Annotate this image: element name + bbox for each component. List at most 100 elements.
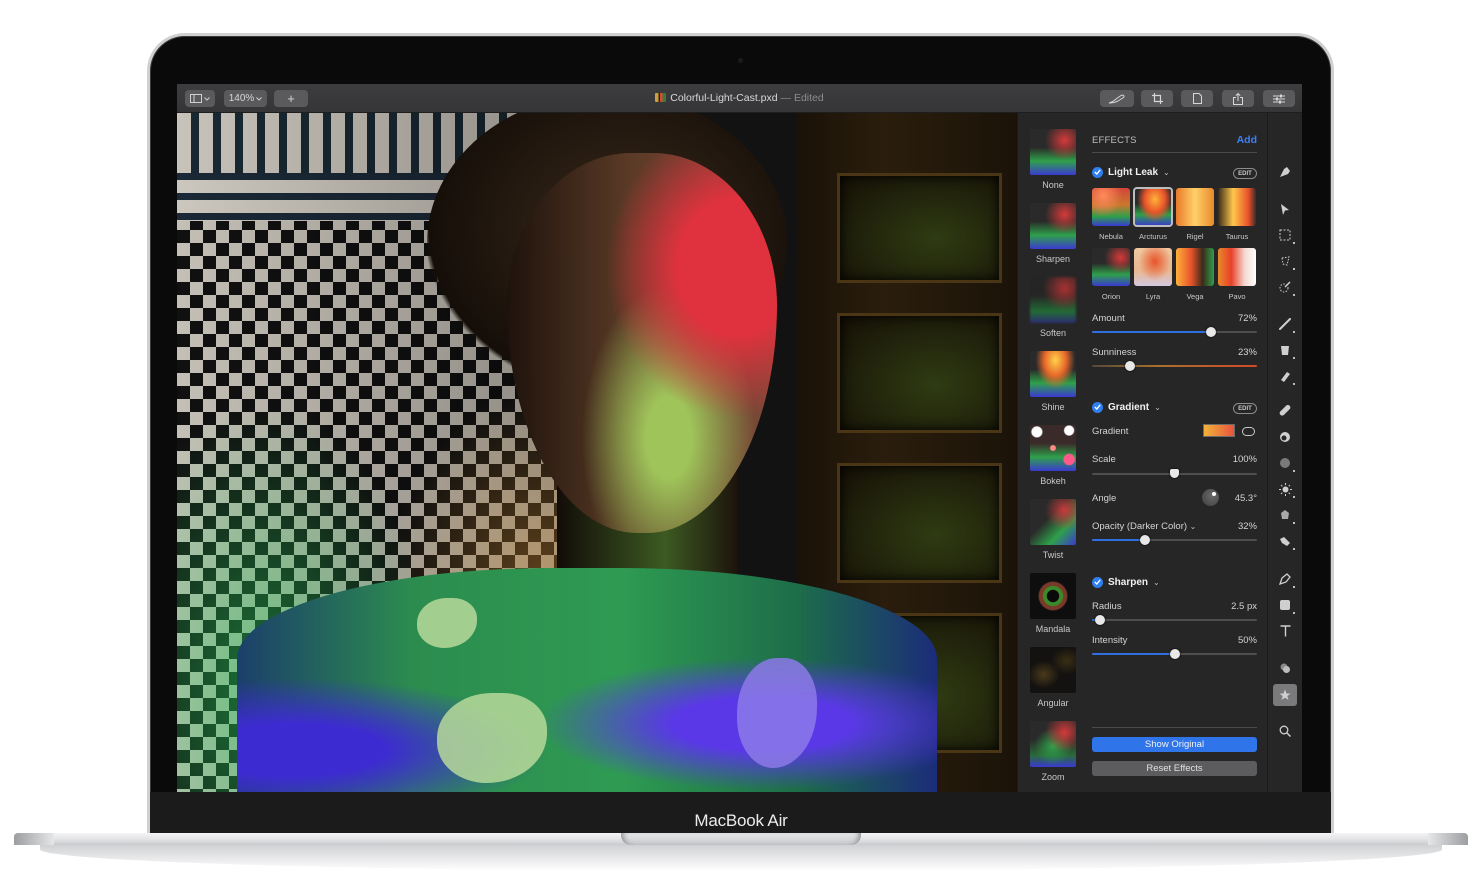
bucket-icon[interactable]: [1277, 342, 1295, 359]
preset-label: Pavo: [1228, 292, 1246, 301]
opacity-label: Opacity (Darker Color): [1092, 521, 1188, 532]
pointer-icon[interactable]: [1277, 201, 1293, 217]
light-icon[interactable]: [1277, 481, 1295, 498]
clone-icon[interactable]: [1277, 429, 1293, 445]
color-adjust-icon[interactable]: [1277, 660, 1293, 676]
smudge-icon[interactable]: [1277, 533, 1295, 550]
angle-label: Angle: [1092, 493, 1117, 504]
document-name: Colorful-Light-Cast.pxd: [670, 92, 778, 104]
intensity-slider[interactable]: [1092, 649, 1257, 659]
effects-panel: EFFECTS Add Light Leak ⌄ EDIT Nebula Arc…: [1087, 113, 1267, 792]
show-original-button[interactable]: Show Original: [1092, 737, 1257, 752]
angle-dial[interactable]: [1202, 489, 1219, 506]
share-icon: [1233, 92, 1243, 105]
preset-vega[interactable]: Vega: [1176, 248, 1214, 301]
sharpen-title[interactable]: Sharpen ⌄: [1092, 575, 1160, 589]
add-effect-button[interactable]: Add: [1237, 134, 1257, 146]
opacity-blend-dropdown[interactable]: Opacity (Darker Color) ⌄: [1092, 521, 1196, 532]
effect-thumbnail: [1030, 425, 1076, 471]
quick-select-icon[interactable]: [1277, 279, 1295, 296]
effect-label: Mandala: [1035, 624, 1071, 634]
adjustments-button[interactable]: [1263, 90, 1295, 107]
reverse-gradient-icon[interactable]: [1242, 427, 1255, 436]
document-button[interactable]: [1181, 90, 1213, 107]
scale-slider[interactable]: [1092, 469, 1257, 479]
preset-taurus[interactable]: Taurus: [1218, 188, 1256, 241]
gradient-swatch[interactable]: [1203, 424, 1235, 437]
effect-thumb-none[interactable]: None: [1030, 129, 1076, 190]
preset-pavo[interactable]: Pavo: [1218, 248, 1256, 301]
shape-icon[interactable]: [1277, 597, 1295, 614]
slider-knob[interactable]: [1169, 469, 1179, 478]
effect-thumb-zoom[interactable]: Zoom: [1030, 721, 1076, 782]
door-panel: [837, 463, 1002, 583]
photo-shirt: [237, 568, 937, 792]
effect-thumbnail: [1030, 129, 1076, 175]
effect-thumb-mandala[interactable]: Mandala: [1030, 573, 1076, 634]
gradient-edit-button[interactable]: EDIT: [1233, 403, 1257, 414]
crop-icon: [1151, 93, 1163, 104]
image-canvas[interactable]: [177, 113, 1017, 792]
arrange-icon[interactable]: [1277, 164, 1293, 180]
effect-thumb-sharpen[interactable]: Sharpen: [1030, 203, 1076, 264]
brush-icon: [1108, 94, 1125, 103]
slider-knob[interactable]: [1095, 615, 1106, 625]
zoom-icon[interactable]: [1277, 723, 1293, 739]
effect-thumb-angular[interactable]: Angular: [1030, 647, 1076, 708]
radius-slider[interactable]: [1092, 615, 1257, 625]
effect-thumb-soften[interactable]: Soften: [1030, 277, 1076, 338]
radius-label: Radius: [1092, 601, 1122, 612]
pen-icon[interactable]: [1277, 571, 1295, 588]
preset-arcturus[interactable]: Arcturus: [1133, 187, 1173, 241]
retouch-icon[interactable]: [1277, 507, 1295, 524]
gradient-title[interactable]: Gradient ⌄: [1092, 400, 1161, 414]
preset-thumbnail: [1218, 248, 1256, 286]
slider-knob[interactable]: [1139, 535, 1150, 545]
tools-sidebar: [1267, 113, 1302, 792]
checkmark-icon[interactable]: [1092, 166, 1103, 178]
preset-label: Rigel: [1186, 232, 1204, 241]
gradient-label: Gradient: [1092, 426, 1129, 437]
sunniness-slider[interactable]: [1092, 361, 1257, 371]
crop-button[interactable]: [1141, 90, 1173, 107]
reset-effects-button[interactable]: Reset Effects: [1092, 761, 1257, 776]
effects-icon[interactable]: [1273, 684, 1297, 706]
rect-select-icon[interactable]: [1277, 227, 1295, 244]
opacity-slider[interactable]: [1092, 535, 1257, 545]
preset-label: Lyra: [1145, 292, 1161, 301]
preset-lyra[interactable]: Lyra: [1134, 248, 1172, 301]
slider-knob[interactable]: [1169, 649, 1180, 659]
preset-rigel[interactable]: Rigel: [1176, 188, 1214, 241]
eraser-icon[interactable]: [1277, 368, 1295, 385]
brush-button[interactable]: [1100, 90, 1134, 107]
heal-icon[interactable]: [1277, 403, 1293, 419]
blur-icon[interactable]: [1277, 455, 1295, 472]
radius-value: 2.5 px: [1231, 601, 1257, 612]
slider-knob[interactable]: [1205, 327, 1216, 337]
share-button[interactable]: [1222, 90, 1254, 107]
light-leak-title[interactable]: Light Leak ⌄: [1092, 165, 1170, 179]
preset-orion[interactable]: Orion: [1092, 248, 1130, 301]
checkmark-icon[interactable]: [1092, 576, 1103, 588]
effects-header: EFFECTS Add: [1092, 134, 1257, 153]
effect-label: Zoom: [1041, 772, 1065, 782]
chevron-down-icon: ⌄: [1154, 402, 1161, 412]
light-leak-edit-button[interactable]: EDIT: [1233, 168, 1257, 179]
effect-label: Soften: [1039, 328, 1067, 338]
slider-knob[interactable]: [1124, 361, 1135, 371]
checkmark-icon[interactable]: [1092, 401, 1103, 413]
lasso-icon[interactable]: [1277, 253, 1295, 270]
preset-nebula[interactable]: Nebula: [1092, 188, 1130, 241]
slider-fill: [1092, 653, 1175, 655]
effect-thumb-shine[interactable]: Shine: [1030, 351, 1076, 412]
effect-thumb-bokeh[interactable]: Bokeh: [1030, 425, 1076, 486]
amount-slider[interactable]: [1092, 327, 1257, 337]
camera: [738, 58, 743, 63]
text-icon[interactable]: [1277, 623, 1293, 639]
chevron-down-icon: ⌄: [1153, 577, 1160, 587]
base-notch: [621, 833, 861, 845]
preset-thumbnail: [1218, 188, 1256, 226]
effect-label: None: [1042, 180, 1064, 190]
paint-brush-icon[interactable]: [1277, 316, 1295, 333]
effect-thumb-twist[interactable]: Twist: [1030, 499, 1076, 560]
